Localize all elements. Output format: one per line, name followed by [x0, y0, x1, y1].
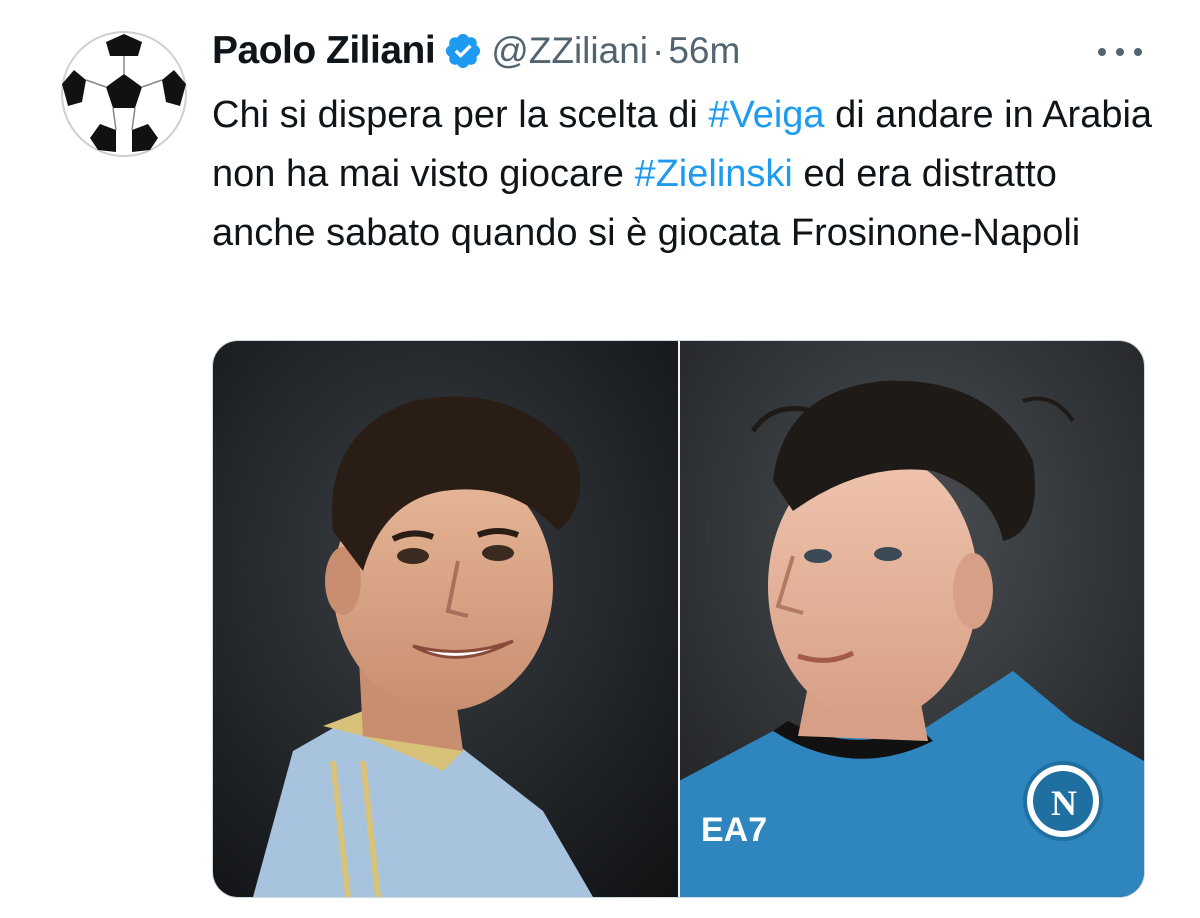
media-divider: [678, 341, 680, 897]
header-separator: ·: [652, 30, 665, 71]
author-name[interactable]: Paolo Ziliani: [212, 29, 436, 73]
dot-3: [1134, 48, 1142, 56]
verified-badge-icon: [443, 31, 483, 71]
author-handle[interactable]: @ZZiliani: [491, 30, 648, 72]
hashtag-zielinski[interactable]: #Zielinski: [634, 153, 792, 195]
shirt-sponsor-text: EA7: [701, 811, 767, 849]
dot-2: [1116, 48, 1124, 56]
right-player-photo: EA7 N: [679, 341, 1144, 897]
more-options-icon[interactable]: [1098, 40, 1142, 64]
soccer-ball-icon: [61, 31, 187, 157]
tweet-timestamp[interactable]: 56m: [668, 30, 740, 72]
author-avatar[interactable]: [60, 30, 188, 158]
tweet-media-image[interactable]: EA7 N: [212, 340, 1145, 898]
tweet-header: Paolo Ziliani @ZZiliani · 56m: [212, 26, 740, 76]
svg-text:N: N: [1051, 783, 1077, 823]
dot-1: [1098, 48, 1106, 56]
hashtag-veiga[interactable]: #Veiga: [708, 94, 824, 136]
tweet-text: Chi si dispera per la scelta di #Veiga d…: [212, 86, 1162, 263]
left-player-photo: [213, 341, 679, 897]
tweet-text-part-1: Chi si dispera per la scelta di: [212, 94, 709, 136]
